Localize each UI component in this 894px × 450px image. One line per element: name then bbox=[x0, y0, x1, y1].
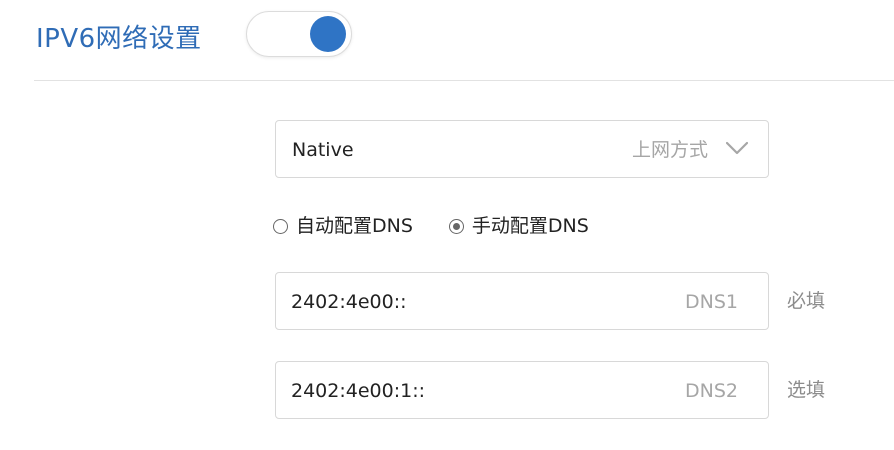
connection-mode-select[interactable]: Native 上网方式 bbox=[275, 120, 769, 178]
ipv6-settings-page: IPV6网络设置 Native 上网方式 自动配置DNS 手动配置DNS 240… bbox=[0, 0, 894, 450]
radio-auto-dns-label: 自动配置DNS bbox=[296, 215, 413, 237]
dns1-suffix: DNS1 bbox=[685, 291, 738, 313]
dns1-input[interactable]: 2402:4e00:: DNS1 bbox=[275, 272, 769, 330]
radio-auto-dns-circle[interactable] bbox=[273, 218, 288, 234]
section-divider bbox=[34, 80, 894, 81]
connection-mode-value: Native bbox=[292, 139, 354, 161]
radio-manual-dns[interactable]: 手动配置DNS bbox=[448, 210, 589, 242]
dns2-suffix: DNS2 bbox=[685, 380, 738, 402]
dns2-optional-note: 选填 bbox=[787, 379, 826, 401]
ipv6-toggle[interactable] bbox=[246, 11, 352, 57]
toggle-knob bbox=[310, 16, 346, 52]
section-title: IPV6网络设置 bbox=[36, 24, 202, 54]
dns-mode-radio-group: 自动配置DNS 手动配置DNS bbox=[273, 210, 625, 242]
connection-mode-hint: 上网方式 bbox=[631, 139, 708, 161]
radio-manual-dns-circle[interactable] bbox=[448, 218, 464, 234]
dns2-input[interactable]: 2402:4e00:1:: DNS2 bbox=[275, 361, 769, 419]
dns2-value: 2402:4e00:1:: bbox=[291, 380, 426, 402]
radio-manual-dns-label: 手动配置DNS bbox=[471, 215, 589, 237]
chevron-down-icon bbox=[726, 141, 748, 155]
dns1-required-note: 必填 bbox=[787, 290, 826, 312]
radio-auto-dns[interactable]: 自动配置DNS bbox=[273, 210, 413, 242]
dns1-value: 2402:4e00:: bbox=[291, 291, 407, 313]
